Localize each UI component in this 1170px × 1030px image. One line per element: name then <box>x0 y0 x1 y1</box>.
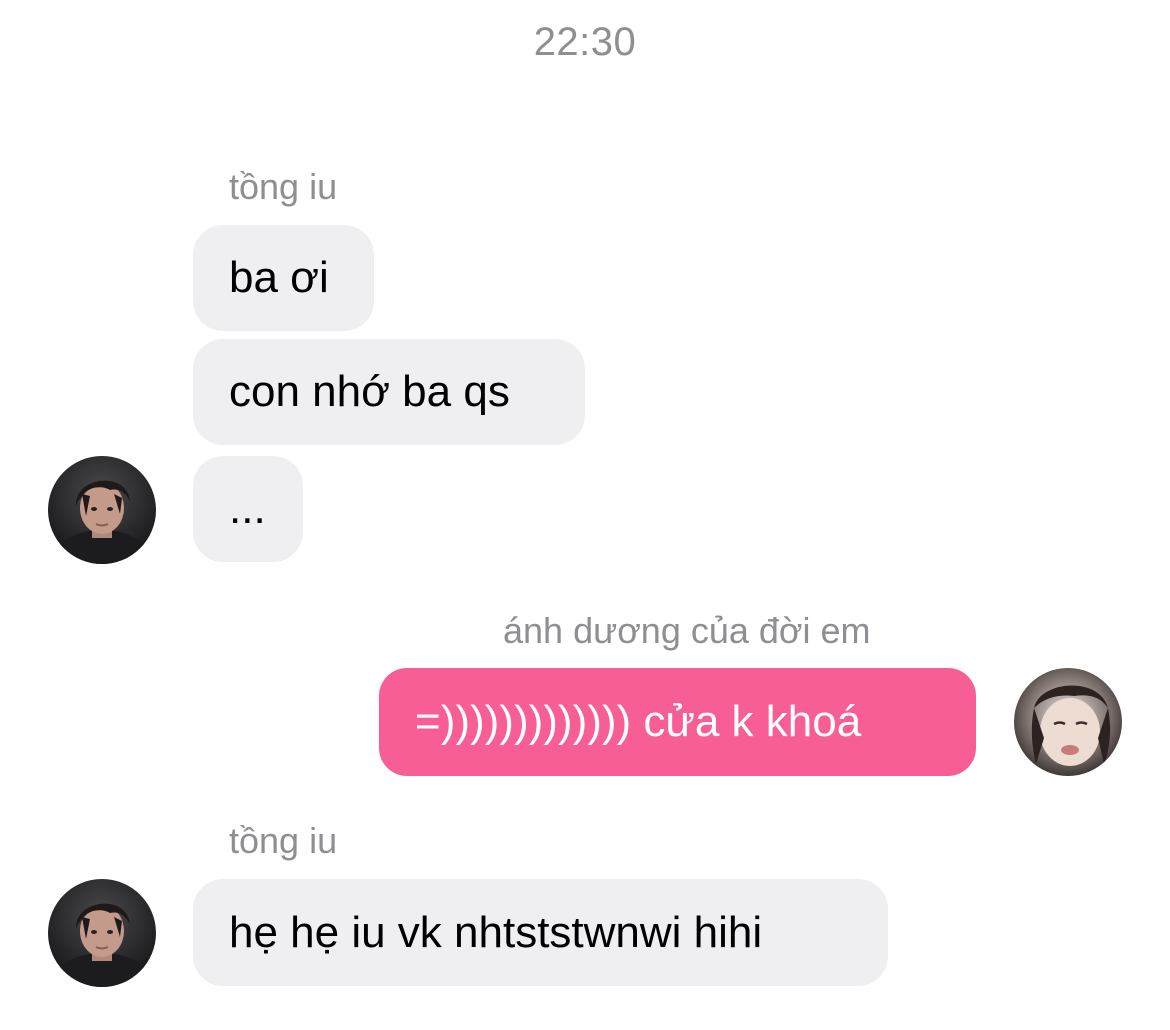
message-text: ... <box>229 484 266 533</box>
male-avatar-icon[interactable] <box>48 879 156 987</box>
male-avatar-icon[interactable] <box>48 456 156 564</box>
incoming-message-bubble[interactable]: ba ơi <box>193 225 374 331</box>
incoming-message-bubble[interactable]: con nhớ ba qs <box>193 339 585 445</box>
message-text: =))))))))))))) cửa k khoá <box>415 697 862 746</box>
incoming-message-bubble[interactable]: hẹ hẹ iu vk nhtststwnwi hihi <box>193 879 888 986</box>
sender-name: ánh dương của đời em <box>503 610 871 651</box>
message-text: con nhớ ba qs <box>229 367 510 416</box>
message-text: ba ơi <box>229 253 329 302</box>
sender-name: tồng iu <box>229 166 338 207</box>
outgoing-message-bubble[interactable]: =))))))))))))) cửa k khoá <box>379 668 976 776</box>
incoming-message-bubble[interactable]: ... <box>193 456 303 562</box>
female-avatar-icon[interactable] <box>1014 668 1122 776</box>
sender-name: tồng iu <box>229 820 338 861</box>
message-text: hẹ hẹ iu vk nhtststwnwi hihi <box>229 907 763 957</box>
message-timestamp: 22:30 <box>533 20 637 64</box>
